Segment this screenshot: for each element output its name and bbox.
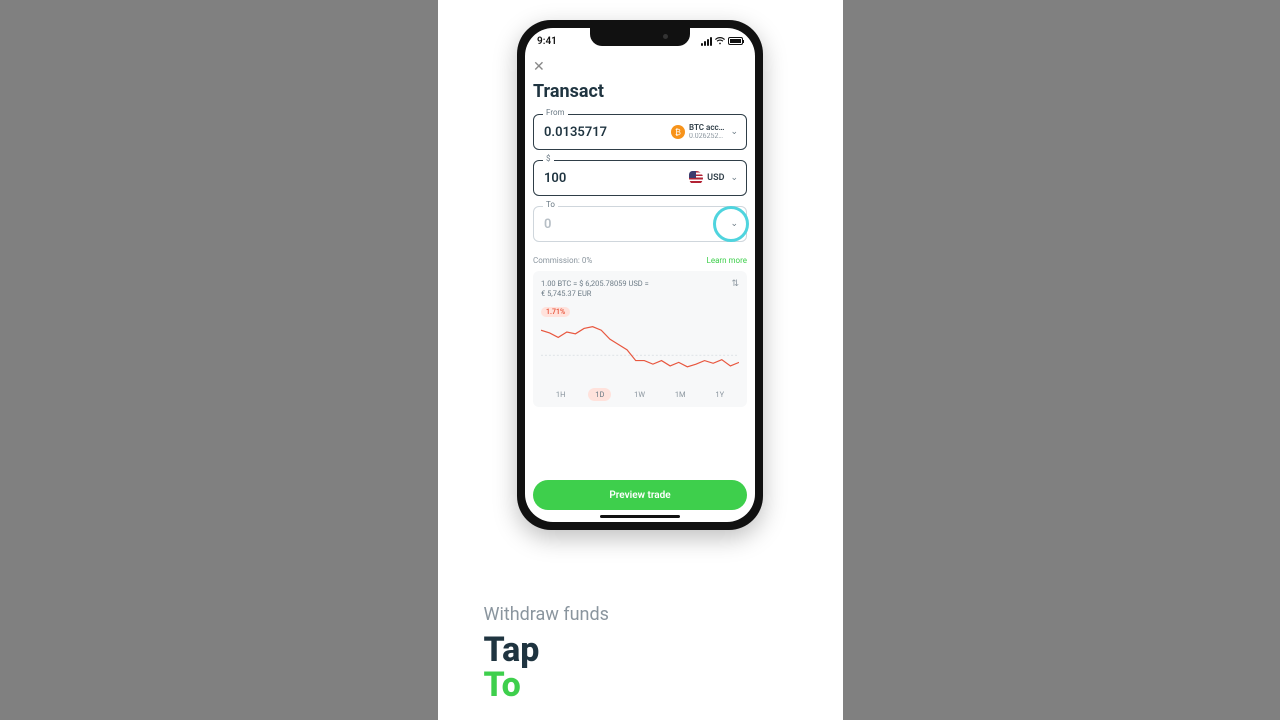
content-column: 9:41 ✕ Transact From 0.0135717 <box>438 0 843 720</box>
home-indicator <box>600 515 680 518</box>
amount-field-wrap: $ 100 USD ⌄ <box>533 160 747 196</box>
tutorial-caption: Withdraw funds Tap To <box>438 604 843 720</box>
rate-line-1: 1.00 BTC = $ 6,205.78059 USD = <box>541 279 649 289</box>
amount-label: $ <box>543 154 554 163</box>
from-account-balance: 0.026252… <box>689 133 724 141</box>
caption-line-1: Tap <box>484 633 797 669</box>
bitcoin-icon: ₿ <box>671 125 685 139</box>
phone-frame: 9:41 ✕ Transact From 0.0135717 <box>517 20 763 530</box>
wifi-icon <box>715 37 725 45</box>
timerange-1m[interactable]: 1M <box>668 388 693 401</box>
from-value: 0.0135717 <box>544 125 607 140</box>
to-placeholder: 0 <box>544 217 604 232</box>
commission-text: Commission: 0% <box>533 256 592 265</box>
timerange-1d[interactable]: 1D <box>588 388 611 401</box>
caption-line-2: To <box>484 668 797 704</box>
commission-row: Commission: 0% Learn more <box>533 256 747 265</box>
rate-text-block: 1.00 BTC = $ 6,205.78059 USD = € 5,745.3… <box>541 279 649 318</box>
timerange-1y[interactable]: 1Y <box>708 388 731 401</box>
phone-screen: 9:41 ✕ Transact From 0.0135717 <box>525 28 755 522</box>
timerange-row: 1H 1D 1W 1M 1Y <box>541 388 739 401</box>
caption-subtitle: Withdraw funds <box>484 604 797 625</box>
close-icon[interactable]: ✕ <box>533 59 547 75</box>
rate-line-2: € 5,745.37 EUR <box>541 289 649 299</box>
to-field[interactable]: 0 ⌄ <box>533 206 747 242</box>
pct-change-badge: 1.71% <box>541 307 570 317</box>
cellular-icon <box>701 37 712 46</box>
chevron-down-icon[interactable]: ⌄ <box>728 173 740 183</box>
timerange-1h[interactable]: 1H <box>549 388 573 401</box>
rate-chart-card: 1.00 BTC = $ 6,205.78059 USD = € 5,745.3… <box>533 271 747 407</box>
from-label: From <box>543 108 568 117</box>
from-account-name: BTC acc… <box>689 124 724 133</box>
amount-currency: USD <box>707 173 724 183</box>
chevron-down-icon[interactable]: ⌄ <box>728 127 740 137</box>
screen-content: ✕ Transact From 0.0135717 ₿ BTC acc… 0.0… <box>525 50 755 522</box>
amount-field[interactable]: 100 USD ⌄ <box>533 160 747 196</box>
from-field-wrap: From 0.0135717 ₿ BTC acc… 0.026252… ⌄ <box>533 114 747 150</box>
learn-more-link[interactable]: Learn more <box>707 256 747 265</box>
to-field-wrap: To 0 ⌄ <box>533 206 747 242</box>
timerange-1w[interactable]: 1W <box>627 388 652 401</box>
from-account: BTC acc… 0.026252… <box>689 124 724 140</box>
swap-icon[interactable]: ⇅ <box>731 279 739 289</box>
price-chart <box>541 324 739 382</box>
usd-flag-icon <box>689 171 703 185</box>
status-time: 9:41 <box>537 36 557 47</box>
phone-notch <box>590 28 690 46</box>
amount-value: 100 <box>544 171 604 186</box>
preview-trade-button[interactable]: Preview trade <box>533 480 747 510</box>
status-icons <box>701 37 743 46</box>
battery-icon <box>728 37 743 45</box>
chevron-down-icon[interactable]: ⌄ <box>728 219 740 229</box>
page-title: Transact <box>533 81 747 102</box>
to-label: To <box>543 200 558 209</box>
from-field[interactable]: 0.0135717 ₿ BTC acc… 0.026252… ⌄ <box>533 114 747 150</box>
